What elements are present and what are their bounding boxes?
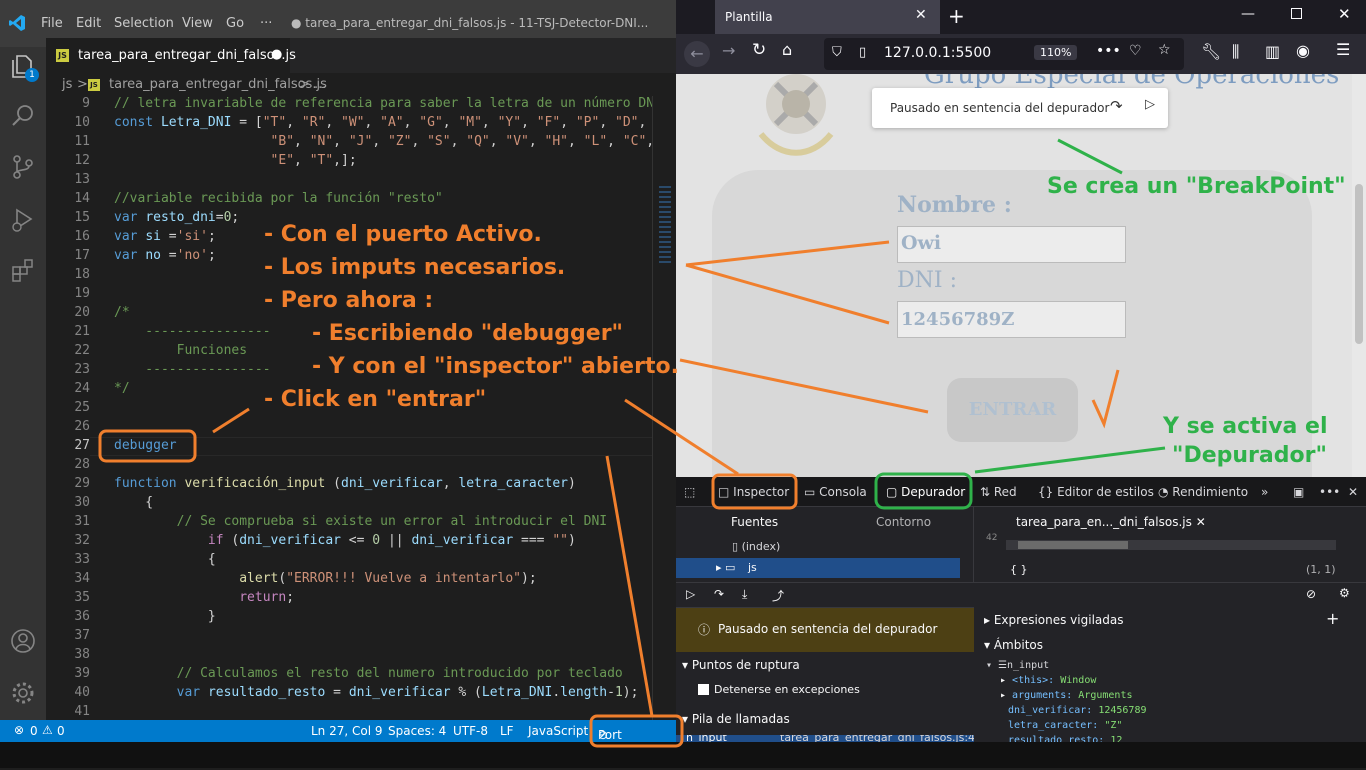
annotation-orange-4: - Escribiendo "debugger" bbox=[312, 321, 624, 346]
arrow-inspector bbox=[624, 398, 739, 476]
arrow-breakpoint bbox=[1057, 138, 1123, 175]
arrow-entrar bbox=[679, 358, 929, 414]
checkmark-entrar bbox=[1091, 369, 1120, 429]
annotation-orange-1: - Con el puerto Activo. bbox=[264, 222, 542, 247]
annotation-depurador-2: "Depurador" bbox=[1172, 443, 1327, 468]
annotation-orange-6: - Click en "entrar" bbox=[264, 387, 487, 412]
arrow-depurador bbox=[974, 446, 1166, 474]
annotation-depurador-1: Y se activa el bbox=[1163, 414, 1328, 439]
arrow-input-nombre bbox=[685, 240, 890, 267]
debugger-highlight-box bbox=[98, 429, 197, 463]
annotation-orange-2: - Los imputs necesarios. bbox=[264, 255, 566, 280]
annotation-orange-5: - Y con el "inspector" abierto. bbox=[312, 354, 679, 379]
arrow-debugger bbox=[212, 407, 250, 434]
annotation-lines bbox=[98, 138, 1166, 748]
port-highlight-box bbox=[589, 714, 684, 748]
annotation-orange-3: - Pero ahora : bbox=[264, 288, 434, 313]
arrow-port bbox=[605, 455, 654, 717]
depurador-highlight-box bbox=[874, 472, 973, 510]
annotation-breakpoint: Se crea un "BreakPoint" bbox=[1047, 174, 1346, 199]
arrow-input-dni bbox=[685, 263, 890, 325]
inspector-highlight-box bbox=[711, 473, 798, 510]
